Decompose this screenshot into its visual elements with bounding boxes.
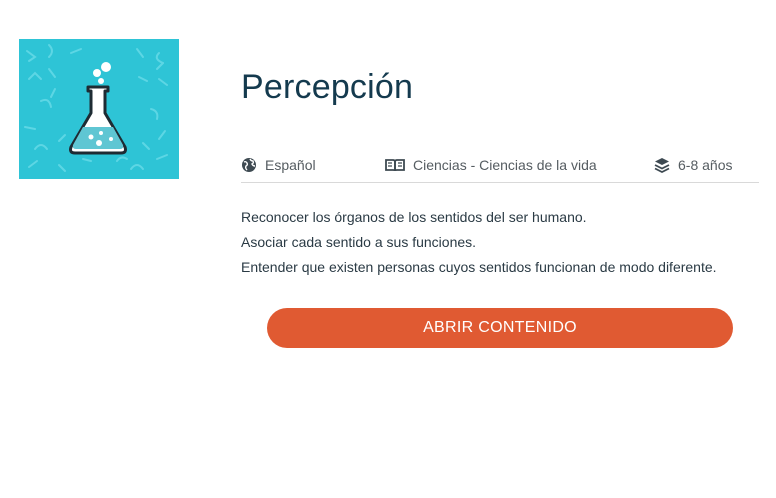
page-title: Percepción	[241, 68, 414, 106]
subject-label: Ciencias - Ciencias de la vida	[413, 157, 597, 173]
objective-item: Reconocer los órganos de los sentidos de…	[241, 209, 587, 225]
meta-language: Español	[241, 157, 316, 173]
meta-age: 6-8 años	[654, 157, 732, 173]
language-label: Español	[265, 157, 316, 173]
age-label: 6-8 años	[678, 157, 733, 173]
resource-meta: Español Ciencias - Ciencias de la vida 6…	[241, 150, 759, 183]
globe-icon	[242, 158, 256, 172]
flask-icon	[24, 44, 168, 172]
resource-thumbnail	[19, 39, 179, 179]
open-content-button[interactable]: ABRIR CONTENIDO	[267, 308, 733, 348]
objective-item: Asociar cada sentido a sus funciones.	[241, 234, 477, 250]
layers-icon	[654, 158, 670, 173]
objectives-list: Reconocer los órganos de los sentidos de…	[241, 205, 761, 280]
objective-item: Entender que existen personas cuyos sent…	[241, 259, 717, 275]
meta-subject: Ciencias - Ciencias de la vida	[385, 157, 597, 173]
book-icon	[385, 159, 405, 172]
